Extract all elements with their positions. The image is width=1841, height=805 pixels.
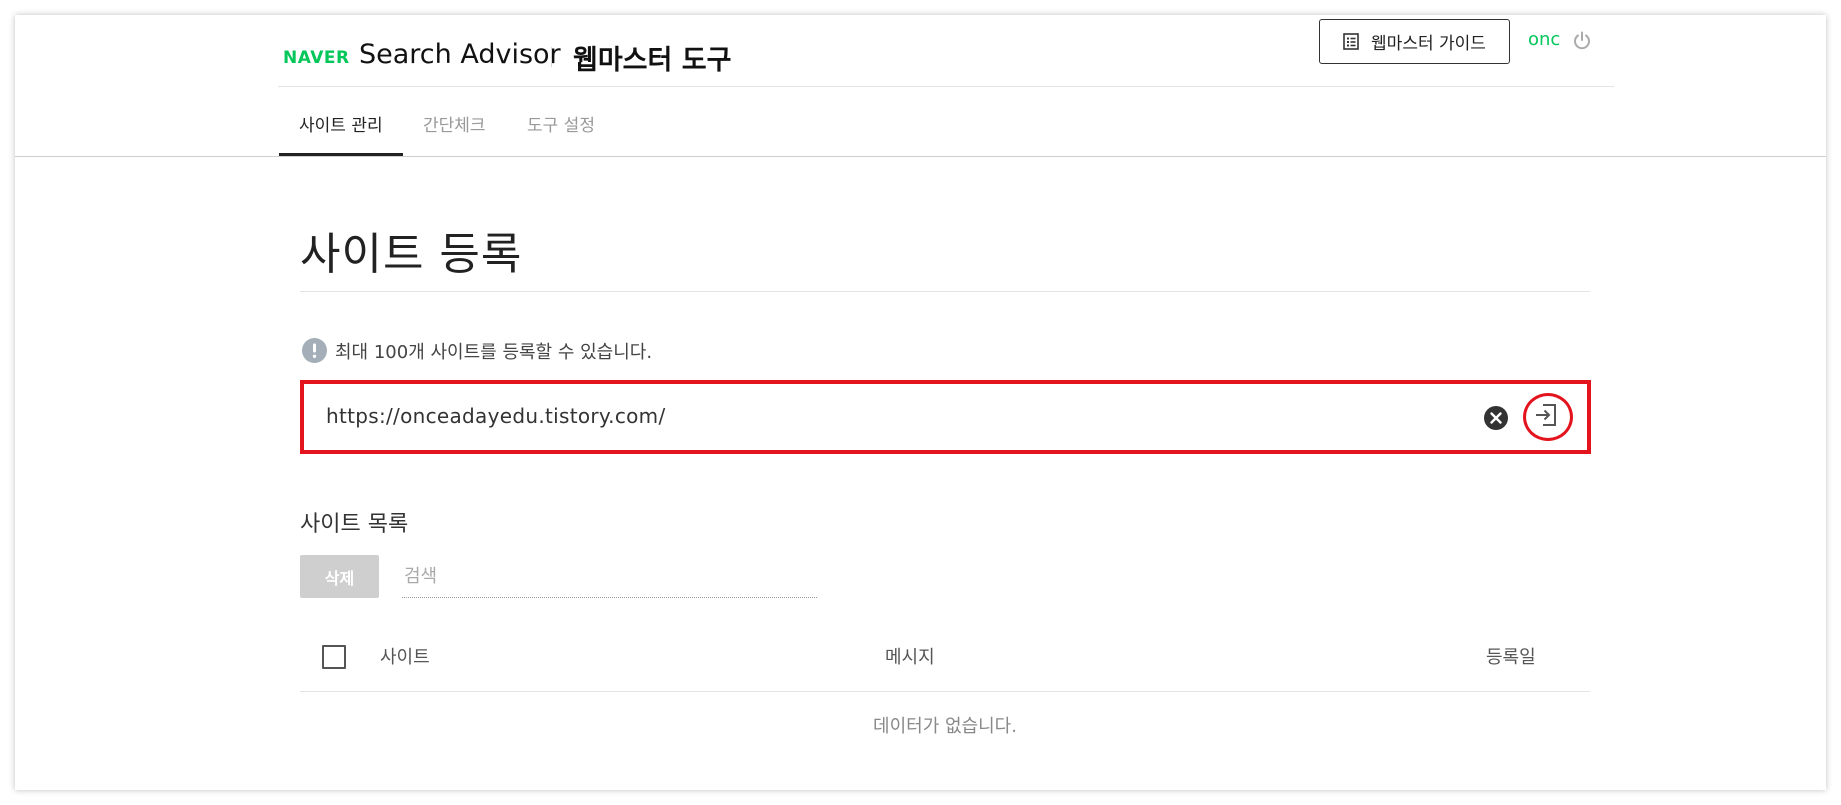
column-header-site: 사이트	[380, 647, 430, 668]
enter-arrow-icon[interactable]	[1534, 403, 1558, 431]
site-list-title: 사이트 목록	[300, 512, 409, 537]
table-divider	[300, 691, 1590, 692]
site-search-input[interactable]	[402, 555, 817, 598]
app-title[interactable]: Search Advisor	[359, 39, 561, 70]
tool-title[interactable]: 웹마스터 도구	[573, 38, 731, 77]
delete-button[interactable]: 삭제	[300, 555, 379, 598]
tab-quick-check[interactable]: 간단체크	[423, 111, 486, 136]
tab-tool-settings[interactable]: 도구 설정	[527, 111, 595, 136]
naver-logo[interactable]: NAVER	[283, 48, 350, 68]
clear-x-icon[interactable]	[1484, 406, 1508, 434]
column-header-message: 메시지	[885, 647, 935, 668]
url-input-box	[300, 380, 1591, 454]
empty-table-message: 데이터가 없습니다.	[873, 716, 1017, 737]
user-name[interactable]: onc	[1528, 29, 1560, 50]
title-divider	[300, 291, 1590, 292]
exclamation-info-icon	[302, 338, 327, 367]
site-limit-notice: 최대 100개 사이트를 등록할 수 있습니다.	[335, 342, 653, 363]
header-divider	[278, 86, 1614, 87]
app-frame: NAVER Search Advisor 웹마스터 도구 웹마스터 가이드 on…	[15, 15, 1826, 790]
nav-divider	[15, 156, 1826, 157]
power-icon[interactable]	[1572, 31, 1592, 55]
page-title: 사이트 등록	[300, 229, 523, 280]
tab-site-management[interactable]: 사이트 관리	[299, 111, 383, 136]
guide-button-label: 웹마스터 가이드	[1371, 34, 1486, 54]
document-list-icon	[1343, 33, 1359, 50]
brand-divider	[551, 47, 552, 67]
column-header-registered-date[interactable]: 등록일	[1486, 643, 1536, 669]
site-url-input[interactable]	[326, 398, 1426, 434]
select-all-checkbox[interactable]	[322, 645, 346, 669]
webmaster-guide-button[interactable]: 웹마스터 가이드	[1319, 19, 1510, 64]
